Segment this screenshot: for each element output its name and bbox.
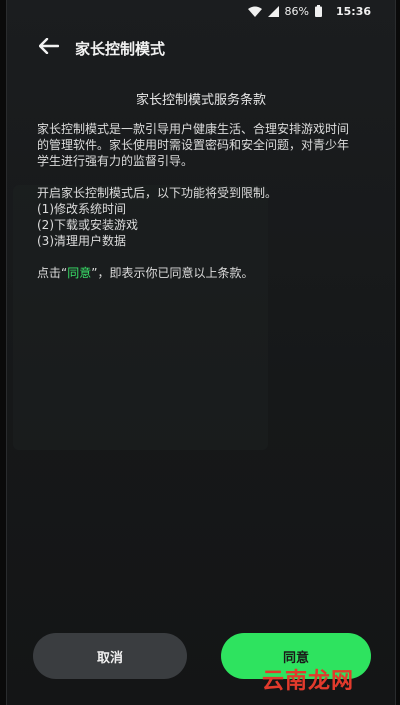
agreement-note: 点击“同意”，即表示你已同意以上条款。 xyxy=(37,265,365,281)
arrow-left-icon xyxy=(38,37,60,58)
agreement-suffix: ”，即表示你已同意以上条款。 xyxy=(91,266,254,280)
phone-screen: 86% 15:36 家长控制模式 家长控制模式服务条款 家长控制模式是一款引导用… xyxy=(6,0,396,705)
terms-heading: 家长控制模式服务条款 xyxy=(135,93,266,108)
restriction-item: (3)清理用户数据 xyxy=(37,234,126,248)
cancel-button[interactable]: 取消 xyxy=(33,633,187,679)
cellular-signal-icon xyxy=(267,5,279,17)
page-title: 家长控制模式 xyxy=(75,39,166,58)
watermark-logo: 云南龙网 xyxy=(262,668,355,694)
status-bar: 86% 15:36 xyxy=(7,0,395,22)
cancel-button-label: 取消 xyxy=(96,650,123,666)
back-button[interactable] xyxy=(31,30,67,66)
terms-content: 家长控制模式服务条款 家长控制模式是一款引导用户健康生活、合理安排游戏时间 的管… xyxy=(37,93,365,281)
intro-line-3: 学生进行强有力的监督引导。 xyxy=(37,154,194,168)
wifi-icon xyxy=(247,6,262,17)
clock-time: 15:36 xyxy=(335,4,371,18)
restriction-item: (2)下载或安装游戏 xyxy=(37,218,138,232)
app-bar: 家长控制模式 xyxy=(7,28,395,68)
restrictions-intro: 开启家长控制模式后，以下功能将受到限制。 xyxy=(37,186,278,200)
intro-line-1: 家长控制模式是一款引导用户健康生活、合理安排游戏时间 xyxy=(37,122,350,136)
agreement-highlight: 同意 xyxy=(67,266,92,280)
intro-line-2: 的管理软件。家长使用时需设置密码和安全问题，对青少年 xyxy=(37,138,350,152)
restriction-item: (1)修改系统时间 xyxy=(37,202,126,216)
agreement-prefix: 点击“ xyxy=(37,266,68,280)
battery-icon xyxy=(314,5,322,17)
battery-percent: 86% xyxy=(284,4,309,18)
